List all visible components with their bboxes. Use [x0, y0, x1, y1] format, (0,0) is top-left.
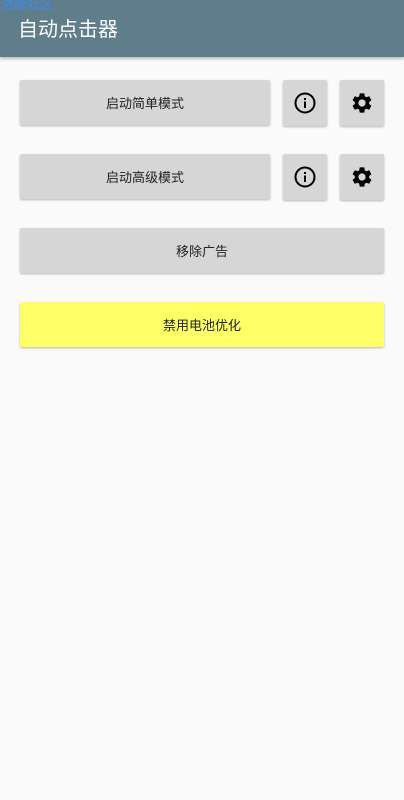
disable-battery-optimization-label: 禁用电池优化	[162, 319, 241, 334]
start-advanced-mode-button[interactable]: 启动高级模式	[20, 154, 270, 199]
start-advanced-mode-label: 启动高级模式	[105, 171, 184, 186]
advanced-mode-info-button[interactable]	[283, 154, 327, 200]
gear-icon	[350, 91, 374, 115]
simple-mode-info-button[interactable]	[283, 80, 327, 126]
simple-mode-settings-button[interactable]	[340, 80, 384, 126]
disable-battery-optimization-button[interactable]: 禁用电池优化	[20, 302, 384, 347]
app-bar: 自动点击器	[0, 0, 404, 57]
remove-ads-label: 移除广告	[175, 245, 228, 260]
gear-icon	[350, 165, 374, 189]
info-icon	[293, 91, 317, 115]
start-simple-mode-label: 启动简单模式	[105, 97, 184, 112]
app-title: 自动点击器	[18, 17, 118, 41]
remove-ads-button[interactable]: 移除广告	[20, 228, 384, 273]
watermark-text: 浓腮社区	[1, 0, 54, 13]
start-simple-mode-button[interactable]: 启动简单模式	[20, 80, 270, 125]
advanced-mode-settings-button[interactable]	[340, 154, 384, 200]
info-icon	[293, 165, 317, 189]
